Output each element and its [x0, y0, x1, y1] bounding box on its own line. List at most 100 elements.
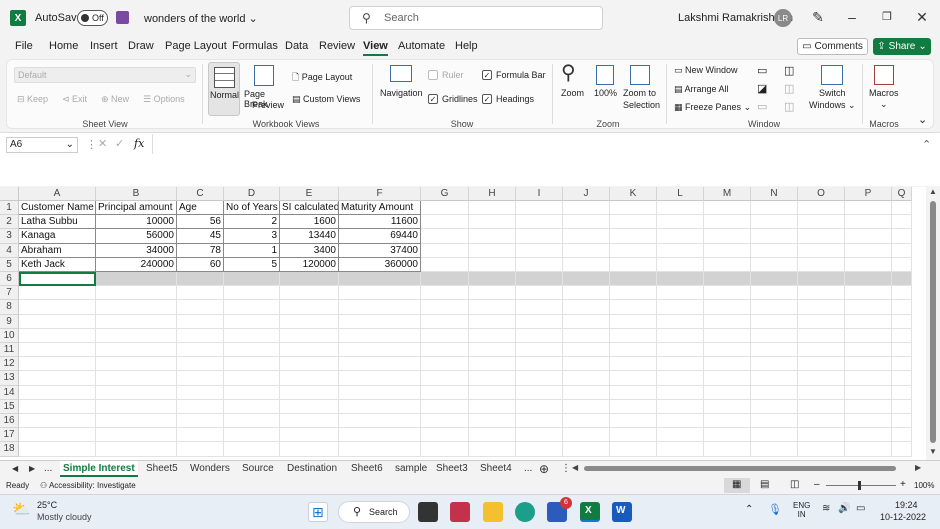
cell-c8[interactable]	[177, 300, 224, 315]
column-header-h[interactable]: H	[469, 187, 516, 201]
row-header-14[interactable]: 14	[0, 385, 19, 400]
column-header-q[interactable]: Q	[892, 187, 912, 201]
windows-start-icon[interactable]: ⊞	[308, 502, 328, 522]
cell-l15[interactable]	[657, 399, 704, 414]
cell-j10[interactable]	[563, 328, 610, 343]
more-options-icon[interactable]: ⋮	[86, 138, 97, 151]
cell-i11[interactable]	[516, 343, 563, 358]
custom-views-button[interactable]: ▤ Custom Views	[292, 94, 360, 105]
volume-icon[interactable]: 🔊	[838, 503, 850, 514]
cell-l14[interactable]	[657, 385, 704, 400]
page-layout-button[interactable]: 🗋 Page Layout	[292, 70, 352, 86]
cell-h16[interactable]	[469, 414, 516, 429]
cell-h5[interactable]	[469, 257, 516, 272]
cell-q4[interactable]	[892, 243, 912, 258]
column-header-n[interactable]: N	[751, 187, 798, 201]
row-header-16[interactable]: 16	[0, 414, 19, 429]
sheet-ellipsis-right[interactable]: ...	[524, 461, 532, 477]
cell-d10[interactable]	[224, 328, 280, 343]
cell-g12[interactable]	[421, 357, 469, 372]
cell-n12[interactable]	[751, 357, 798, 372]
cell-e15[interactable]	[280, 399, 339, 414]
tab-page-layout[interactable]: Page Layout	[165, 40, 227, 52]
cell-c4[interactable]: 78	[177, 243, 224, 258]
cell-e11[interactable]	[280, 343, 339, 358]
cell-d11[interactable]	[224, 343, 280, 358]
cell-e6[interactable]	[280, 272, 339, 287]
cell-d17[interactable]	[224, 428, 280, 443]
tab-draw[interactable]: Draw	[128, 40, 154, 52]
sheet-ellipsis-left[interactable]: ...	[44, 461, 52, 477]
cell-p9[interactable]	[845, 314, 892, 329]
cell-i15[interactable]	[516, 399, 563, 414]
column-header-g[interactable]: G	[421, 187, 469, 201]
cell-h12[interactable]	[469, 357, 516, 372]
wifi-icon[interactable]: ≋	[822, 503, 830, 514]
navigation-button[interactable]: Navigation	[378, 62, 424, 102]
cell-m10[interactable]	[704, 328, 751, 343]
weather-icon[interactable]: ⛅	[12, 500, 31, 518]
column-header-c[interactable]: C	[177, 187, 224, 201]
cell-o2[interactable]	[798, 215, 845, 230]
row-header-1[interactable]: 1	[0, 201, 19, 216]
sheet-view-dropdown[interactable]: Default ⌄	[14, 67, 196, 83]
row-header-13[interactable]: 13	[0, 371, 19, 386]
cell-n10[interactable]	[751, 328, 798, 343]
cell-b11[interactable]	[96, 343, 177, 358]
page-break-preview-button[interactable]: Page Break Preview	[244, 62, 286, 116]
cell-l16[interactable]	[657, 414, 704, 429]
cell-c6[interactable]	[177, 272, 224, 287]
add-sheet-icon[interactable]: ⊕	[539, 461, 549, 477]
cell-i6[interactable]	[516, 272, 563, 287]
cell-i3[interactable]	[516, 229, 563, 244]
cell-b18[interactable]	[96, 442, 177, 457]
cell-e18[interactable]	[280, 442, 339, 457]
column-header-e[interactable]: E	[280, 187, 339, 201]
cell-d9[interactable]	[224, 314, 280, 329]
cell-c12[interactable]	[177, 357, 224, 372]
side-by-side-icon[interactable]: ◫	[784, 64, 794, 77]
cell-i10[interactable]	[516, 328, 563, 343]
taskbar-search[interactable]: ⚲ Search	[338, 501, 410, 523]
file-explorer-icon[interactable]	[483, 502, 503, 522]
cell-q13[interactable]	[892, 371, 912, 386]
column-header-o[interactable]: O	[798, 187, 845, 201]
row-header-11[interactable]: 11	[0, 343, 19, 358]
cell-j15[interactable]	[563, 399, 610, 414]
tab-home[interactable]: Home	[49, 40, 78, 52]
cell-c17[interactable]	[177, 428, 224, 443]
cell-a17[interactable]	[19, 428, 96, 443]
cell-a4[interactable]: Abraham	[19, 243, 96, 258]
cell-n16[interactable]	[751, 414, 798, 429]
cell-c2[interactable]: 56	[177, 215, 224, 230]
cell-f2[interactable]: 11600	[339, 215, 421, 230]
language-indicator[interactable]: ENG IN	[793, 501, 810, 519]
cell-c11[interactable]	[177, 343, 224, 358]
cell-b3[interactable]: 56000	[96, 229, 177, 244]
cell-d2[interactable]: 2	[224, 215, 280, 230]
cell-n5[interactable]	[751, 257, 798, 272]
switch-windows-button[interactable]: Switch Windows ⌄	[806, 62, 856, 116]
cell-k16[interactable]	[610, 414, 657, 429]
cell-j1[interactable]	[563, 201, 610, 216]
cell-f17[interactable]	[339, 428, 421, 443]
cell-n8[interactable]	[751, 300, 798, 315]
split-icon[interactable]: ▭	[757, 64, 767, 77]
zoom-slider-thumb[interactable]	[858, 481, 861, 490]
enter-icon[interactable]: ✓	[115, 137, 124, 150]
cell-o14[interactable]	[798, 385, 845, 400]
row-header-8[interactable]: 8	[0, 300, 19, 315]
cell-d14[interactable]	[224, 385, 280, 400]
cell-q16[interactable]	[892, 414, 912, 429]
cell-k9[interactable]	[610, 314, 657, 329]
tab-formulas[interactable]: Formulas	[232, 40, 278, 52]
cell-i13[interactable]	[516, 371, 563, 386]
arrange-all-button[interactable]: ▤ Arrange All	[674, 84, 729, 95]
comments-button[interactable]: ▭ Comments	[797, 38, 868, 55]
cell-d4[interactable]: 1	[224, 243, 280, 258]
cell-d5[interactable]: 5	[224, 257, 280, 272]
cell-b5[interactable]: 240000	[96, 257, 177, 272]
row-header-17[interactable]: 17	[0, 428, 19, 443]
row-header-7[interactable]: 7	[0, 286, 19, 301]
column-header-b[interactable]: B	[96, 187, 177, 201]
